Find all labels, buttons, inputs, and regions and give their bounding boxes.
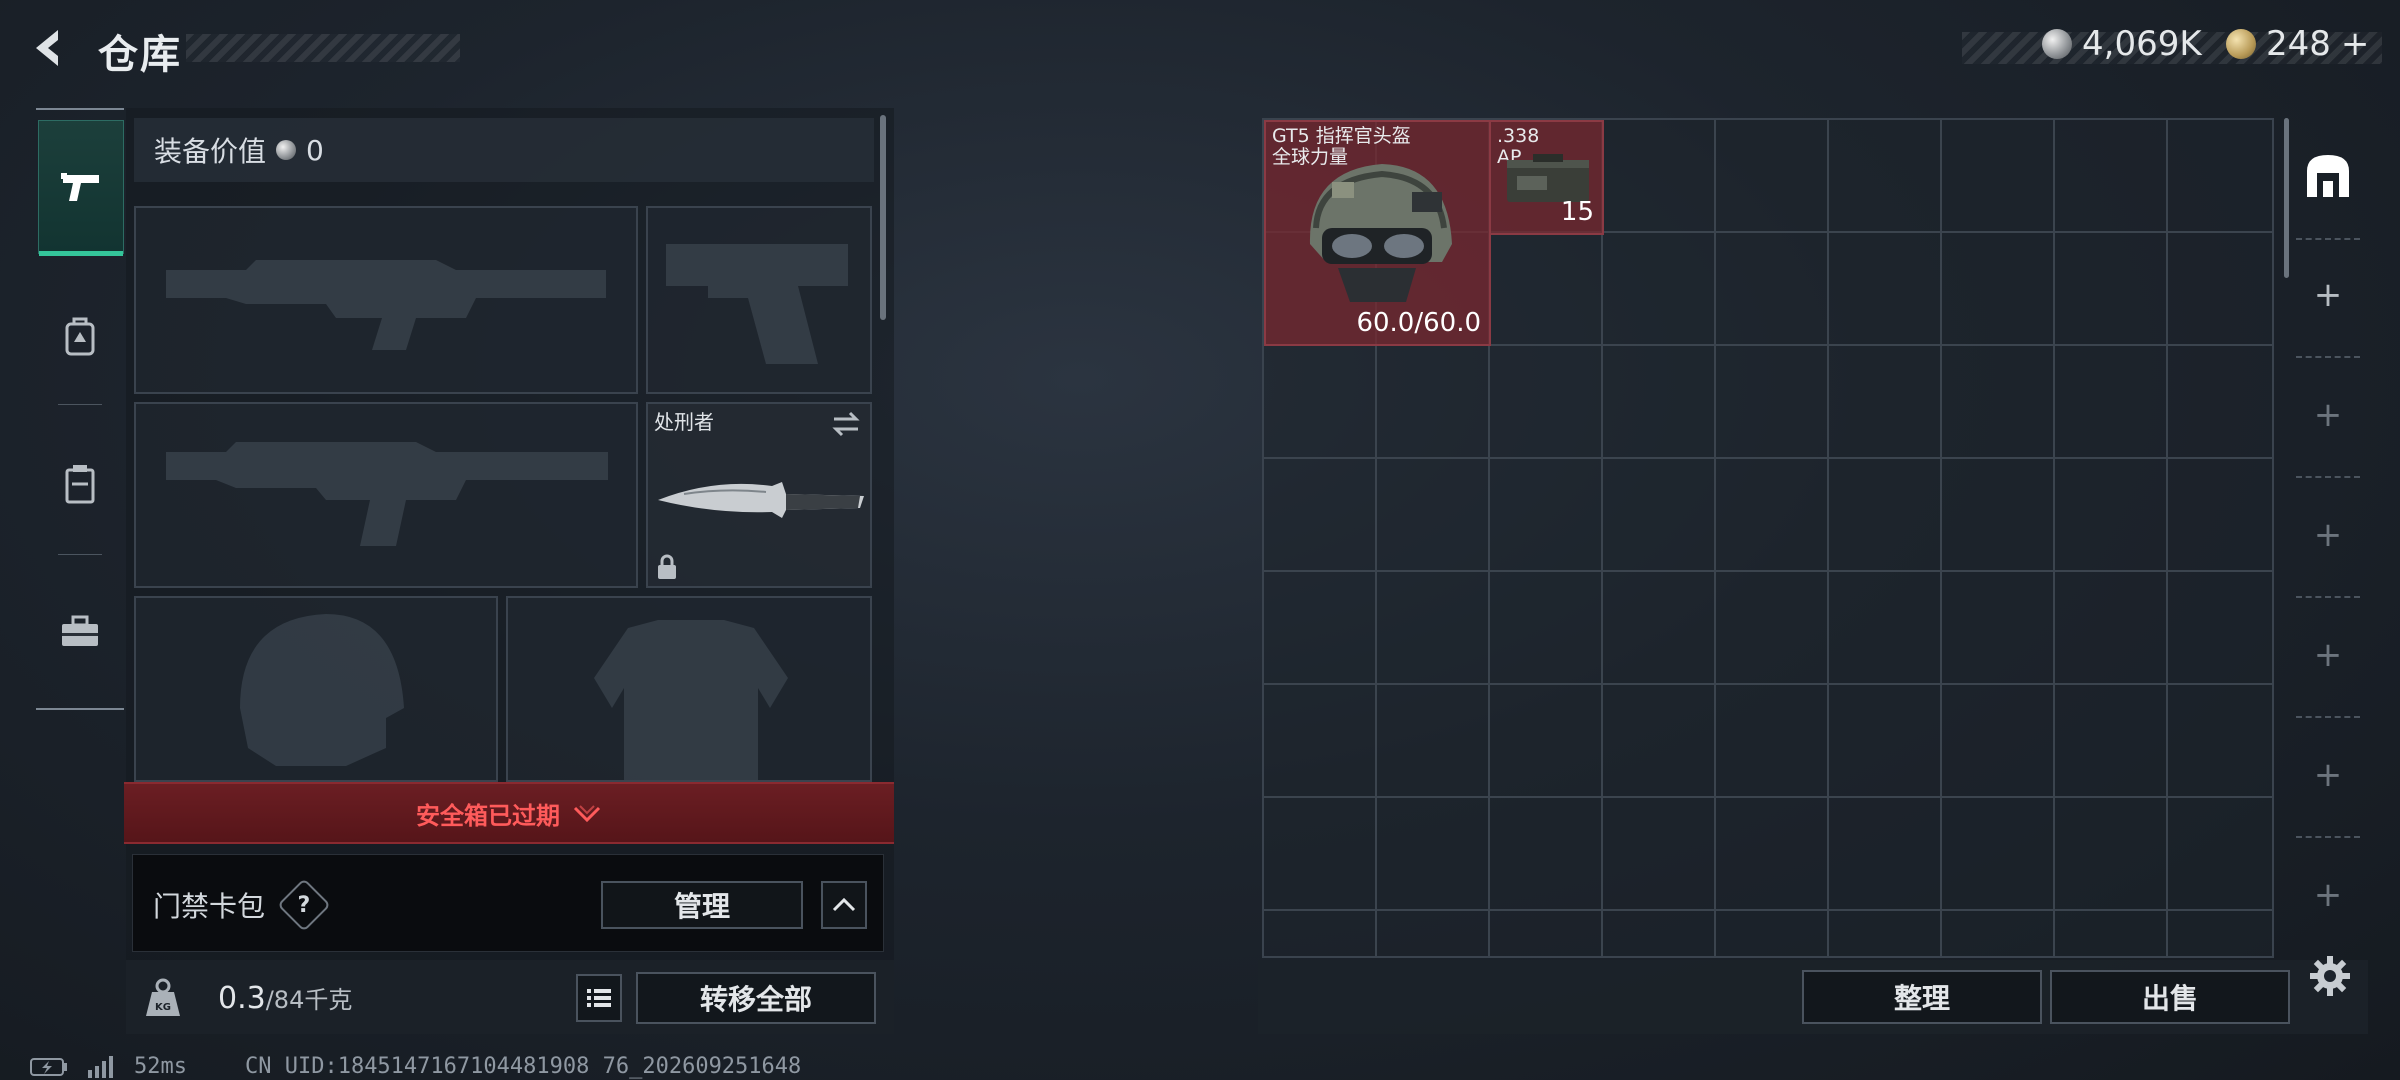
storage-scrollbar[interactable] — [2284, 118, 2289, 278]
chevron-down-icon — [573, 805, 601, 823]
add-storage-button[interactable]: + — [2292, 360, 2364, 470]
keycard-pack-label: 门禁卡包 — [153, 890, 266, 923]
back-button[interactable] — [26, 24, 74, 72]
settings-button[interactable] — [2308, 954, 2352, 1002]
side-divider — [2296, 716, 2360, 718]
equipment-scrollbar[interactable] — [880, 115, 886, 320]
safe-box-status: 安全箱已过期 — [416, 801, 560, 830]
melee-slot[interactable]: 处刑者 — [646, 402, 872, 588]
equipment-value-bar: 装备价值 0 — [134, 118, 874, 182]
keycard-pack-panel: 门禁卡包 ? 管理 — [132, 854, 884, 952]
svg-text:KG: KG — [155, 1002, 171, 1013]
nav-divider — [58, 404, 102, 405]
plus-icon: + — [2313, 635, 2343, 675]
status-bar: 52ms CN UID:1845147167104481908 76_20260… — [30, 1054, 801, 1079]
add-storage-button[interactable]: + — [2292, 600, 2364, 710]
silver-currency: 4,069K — [2042, 24, 2202, 64]
nav-top-divider — [36, 108, 124, 110]
gear-icon — [2310, 956, 2350, 996]
pistol-slot[interactable] — [646, 206, 872, 394]
battery-icon — [30, 1057, 67, 1076]
swap-icon[interactable] — [830, 410, 862, 438]
add-storage-button[interactable]: + — [2292, 480, 2364, 590]
nav-divider — [58, 554, 102, 555]
crate-icon — [65, 465, 95, 504]
weight-current: 0.3 — [218, 981, 266, 1016]
silver-coin-icon — [276, 140, 297, 160]
combat-knife-image — [658, 482, 864, 518]
nav-container-tab[interactable] — [38, 418, 122, 550]
commander-helmet-image — [1309, 164, 1452, 302]
nav-bottom-divider — [36, 708, 124, 710]
rifle-silhouette-icon — [166, 260, 606, 350]
armor-slot[interactable] — [506, 596, 872, 784]
chevron-up-icon — [832, 897, 856, 912]
title-decoration — [186, 34, 460, 62]
plus-icon: + — [2313, 395, 2343, 435]
nav-backpack-tab[interactable] — [38, 270, 122, 402]
primary-weapon-slot-2[interactable] — [134, 402, 638, 588]
equipment-value-label: 装备价值 — [154, 135, 267, 168]
melee-weapon-name: 处刑者 — [654, 410, 714, 434]
back-arrow-icon — [36, 30, 58, 66]
weight-icon: KG — [144, 978, 182, 1022]
side-divider — [2296, 596, 2360, 598]
add-storage-button[interactable]: + — [2292, 720, 2364, 830]
page-title: 仓库 — [98, 32, 182, 78]
gold-amount: 248 — [2266, 24, 2331, 64]
side-divider — [2296, 476, 2360, 478]
helmet-slot[interactable] — [134, 596, 498, 782]
plus-icon: + — [2313, 755, 2343, 795]
sort-button[interactable]: 整理 — [1802, 970, 2042, 1024]
warehouse-tab[interactable] — [2292, 120, 2364, 230]
side-divider — [2296, 836, 2360, 838]
lock-icon — [658, 554, 676, 579]
silver-amount: 4,069K — [2082, 24, 2202, 64]
nav-weapon-tab[interactable] — [38, 120, 124, 256]
safe-box-expired-bar[interactable]: 安全箱已过期 — [124, 782, 894, 844]
primary-weapon-slot-1[interactable] — [134, 206, 638, 394]
helmet-durability: 60.0/60.0 — [1356, 308, 1481, 338]
silver-coin-icon — [2042, 29, 2072, 59]
nav-toolbox-tab[interactable] — [38, 566, 122, 698]
help-icon[interactable]: ? — [277, 878, 331, 932]
user-uid: CN UID:1845147167104481908 76_2026092516… — [244, 1054, 802, 1079]
vest-silhouette-icon — [594, 620, 788, 784]
side-divider — [2296, 356, 2360, 358]
storage-grid-panel: GT5 指挥官头盔 全球力量 60.0/60.0 .338 AP 15 — [1262, 118, 2274, 958]
add-storage-button[interactable]: + — [2292, 240, 2364, 350]
backpack-icon — [65, 317, 95, 356]
pistol-icon — [61, 173, 99, 201]
ping-value: 52ms — [134, 1054, 187, 1079]
gold-coin-icon — [2226, 29, 2256, 59]
plus-icon: + — [2313, 275, 2343, 315]
equipment-value: 0 — [306, 133, 324, 167]
rifle-silhouette-icon — [166, 442, 608, 546]
manage-button[interactable]: 管理 — [601, 881, 803, 929]
gold-currency: 248 + — [2226, 24, 2369, 64]
transfer-all-button[interactable]: 转移全部 — [636, 972, 876, 1024]
storage-side-tabs: + + + + + + — [2292, 120, 2364, 940]
collapse-button[interactable] — [821, 881, 867, 929]
plus-icon: + — [2313, 875, 2343, 915]
ammo-count: 15 — [1560, 197, 1594, 227]
warehouse-icon — [2307, 155, 2349, 197]
ammo-item[interactable]: .338 AP 15 — [1489, 120, 1604, 235]
helmet-item[interactable]: GT5 指挥官头盔 全球力量 60.0/60.0 — [1264, 120, 1491, 346]
toolbox-icon — [62, 615, 98, 646]
pistol-silhouette-icon — [666, 244, 848, 364]
helmet-silhouette-icon — [240, 614, 404, 766]
add-storage-button[interactable]: + — [2292, 840, 2364, 950]
add-gold-button[interactable]: + — [2341, 24, 2370, 64]
signal-icon — [88, 1055, 113, 1078]
list-view-button[interactable] — [576, 974, 622, 1022]
plus-icon: + — [2313, 515, 2343, 555]
sell-button[interactable]: 出售 — [2050, 970, 2290, 1024]
list-icon — [587, 989, 611, 1007]
weight-readout: 0.3/84千克 — [218, 980, 352, 1016]
weight-max: /84千克 — [265, 986, 353, 1014]
